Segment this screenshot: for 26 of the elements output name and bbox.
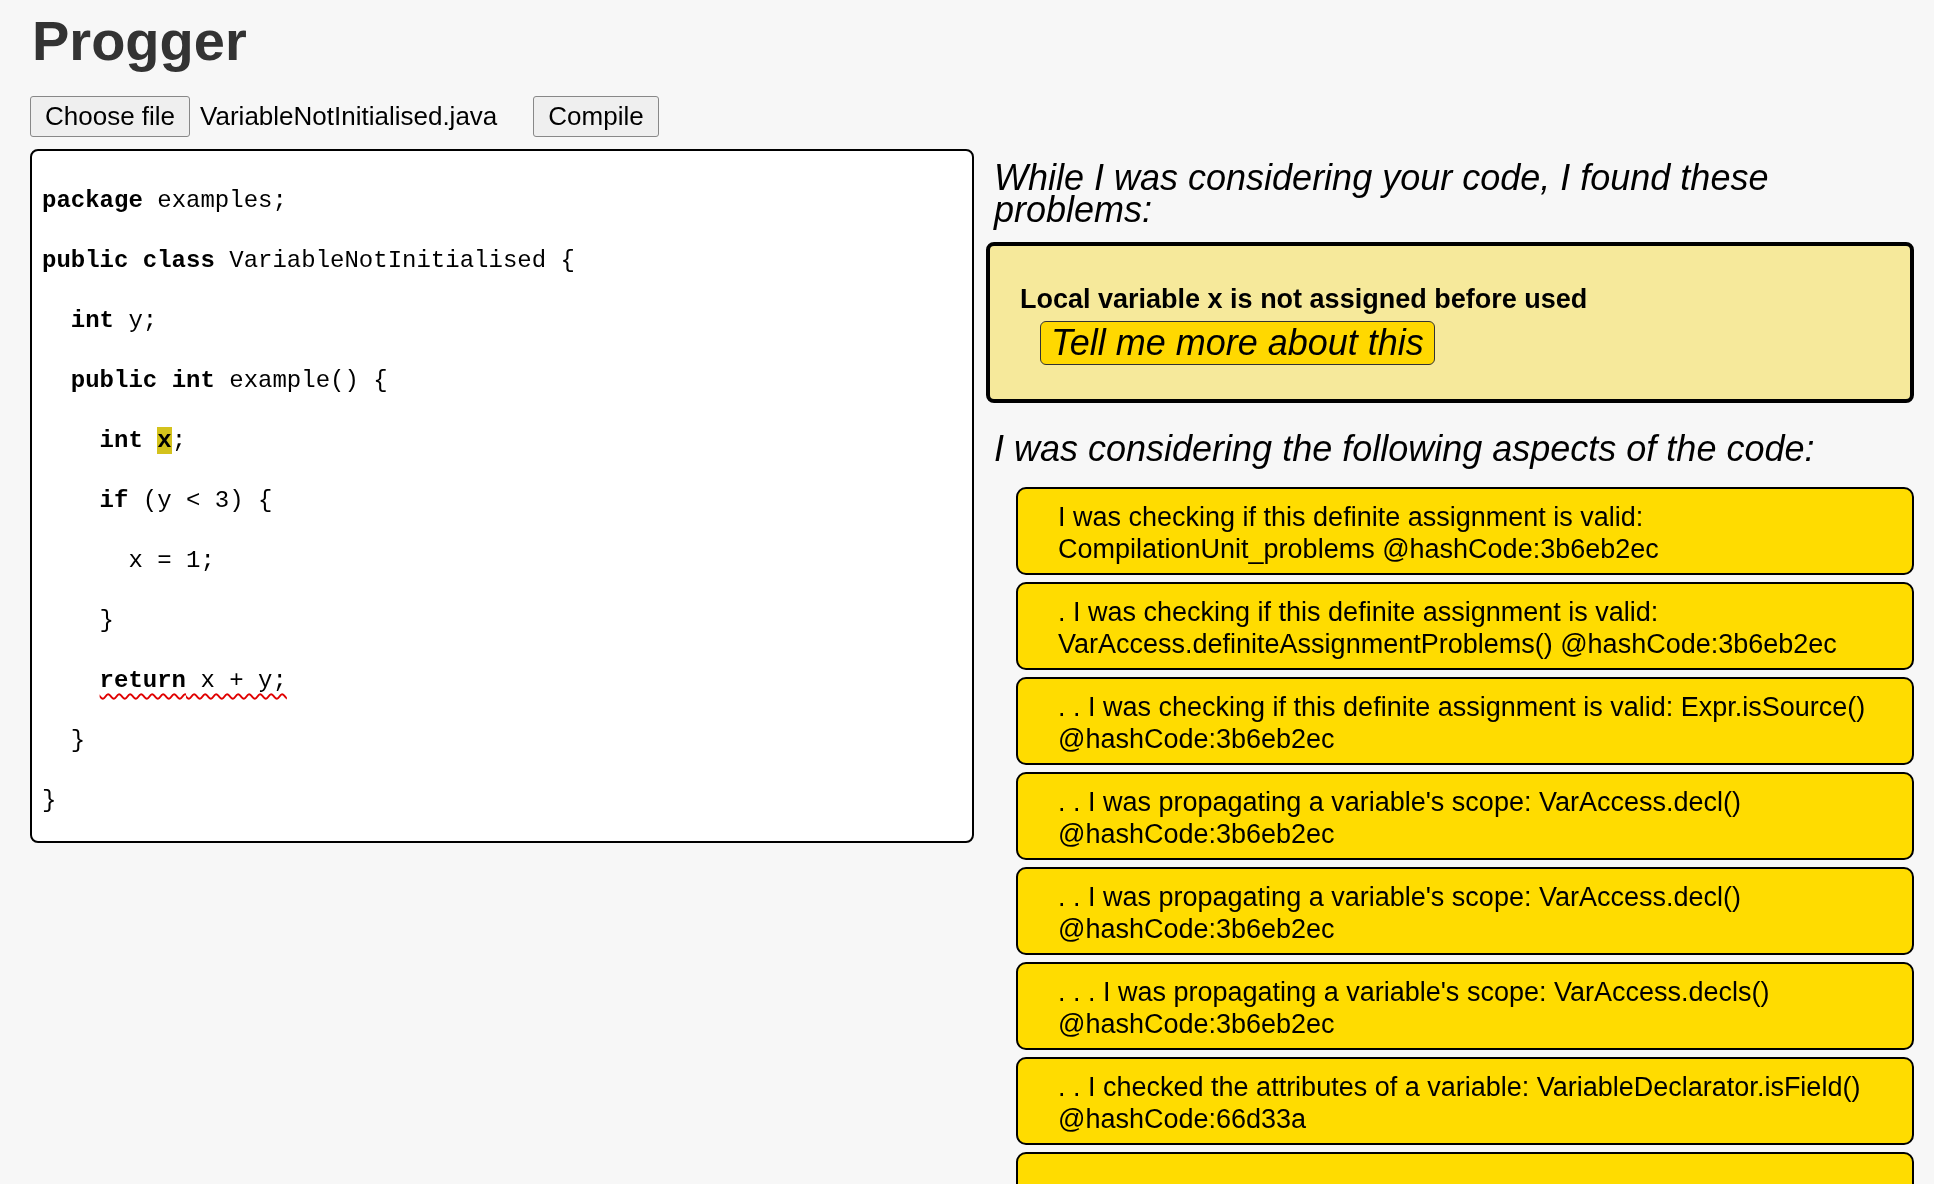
code-line: if (y < 3) { xyxy=(99,487,273,514)
choose-file-button[interactable]: Choose file xyxy=(30,96,191,137)
aspect-item[interactable]: . . I was propagating a variable's scope: VarAccess.decl() @hashCode:3b6eb2ec xyxy=(1016,867,1914,955)
code-line: } xyxy=(42,787,57,814)
code-line: public int example() { xyxy=(70,367,388,394)
code-line: public class VariableNotInitialised { xyxy=(42,247,575,274)
compile-button[interactable]: Compile xyxy=(533,96,659,137)
problem-message: Local variable x is not assigned before used xyxy=(1020,284,1589,315)
code-line: } xyxy=(99,607,114,634)
app-title: Progger xyxy=(32,10,248,72)
code-line: } xyxy=(70,727,86,754)
code-line: x = 1; xyxy=(128,547,215,574)
file-name: VariableNotInitialised.java xyxy=(200,101,498,132)
aspect-item[interactable]: . I was checking if this definite assignment is valid: VarAccess.definiteAssignmentProblems() @hashCode:3b6eb2ec xyxy=(1016,582,1914,670)
aspect-item[interactable]: . . I was propagating a variable's scope: VarAccess.decl() @hashCode:3b6eb2ec xyxy=(1016,772,1914,860)
aspects-heading: I was considering the following aspects of the code: xyxy=(994,429,1816,469)
code-editor[interactable]: package examples; public class VariableNotInitialised { int y; public int example() { int x; if (y < 3) { x = 1; } return x + y; } } xyxy=(30,149,974,843)
code-line: return x + y; xyxy=(99,667,287,694)
aspect-item[interactable]: . . I checked the attributes of a variable: VariableDeclarator.isField() @hashCode:66d33a xyxy=(1016,1057,1914,1145)
aspect-item[interactable]: I was checking if this definite assignment is valid: CompilationUnit_problems @hashCode:3b6eb2ec xyxy=(1016,487,1914,575)
code-line: package examples; xyxy=(42,187,287,214)
code-line: int y; xyxy=(70,307,158,334)
aspect-item[interactable]: . . I was checking if this definite assignment is valid: Expr.isSource() @hashCode:3b6eb2ec xyxy=(1016,677,1914,765)
code-line: int x; xyxy=(99,427,187,454)
aspect-item[interactable]: . . . I was propagating a variable's scope: VarAccess.decls() @hashCode:3b6eb2ec xyxy=(1016,962,1914,1050)
tell-more-button[interactable]: Tell me more about this xyxy=(1040,321,1435,365)
